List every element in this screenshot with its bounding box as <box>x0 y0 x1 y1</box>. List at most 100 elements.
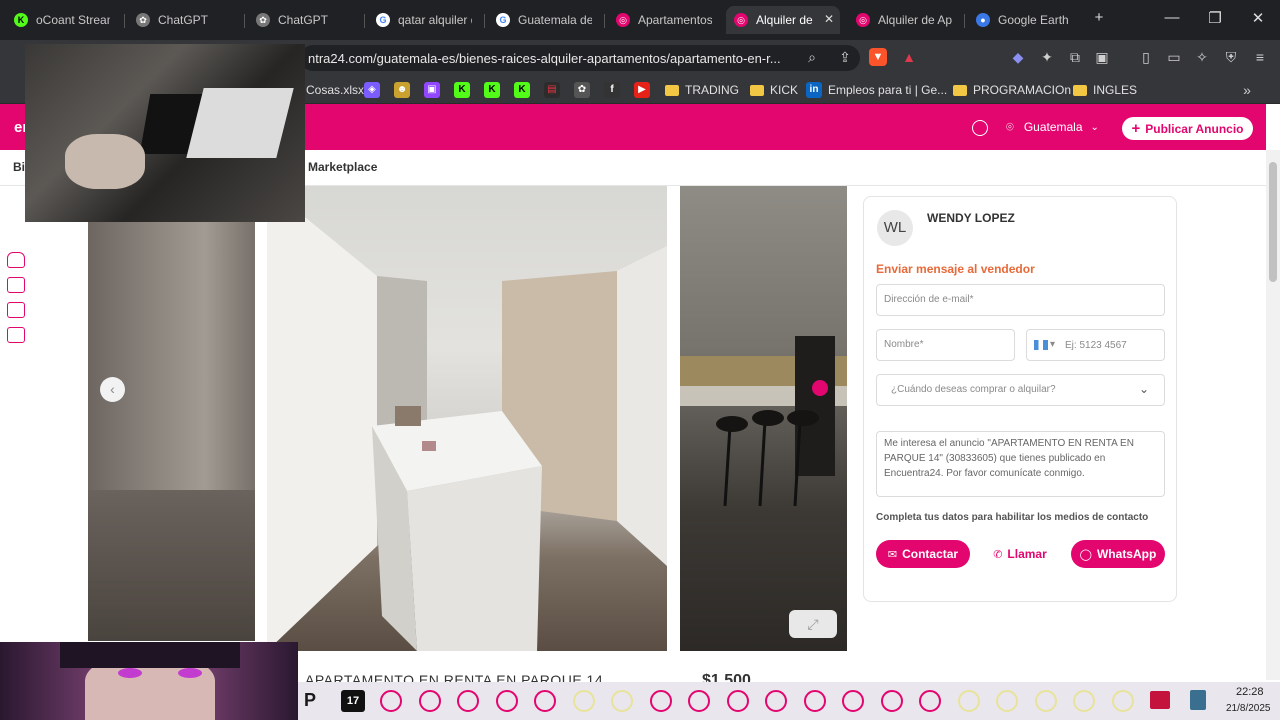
mail-app-icon[interactable] <box>1150 691 1170 709</box>
bookmark-folder[interactable]: KICK <box>750 82 798 98</box>
wallet-icon[interactable]: ▭ <box>1165 48 1183 66</box>
maximize-icon[interactable]: ❐ <box>1205 9 1225 27</box>
taskbar-app-icon[interactable] <box>419 690 441 712</box>
browser-tab-active[interactable]: ◎ Alquiler de ✕ <box>726 6 840 34</box>
browser-tab[interactable]: ✿ ChatGPT <box>128 6 240 34</box>
menu-icon[interactable]: ≡ <box>1251 48 1269 66</box>
purchase-timing-placeholder: ¿Cuándo deseas comprar o alquilar? <box>891 384 1056 395</box>
taskbar-app-icon[interactable] <box>804 690 826 712</box>
bookmark-folder[interactable]: TRADING <box>665 82 739 98</box>
taskbar-app-icon[interactable] <box>919 690 941 712</box>
extension-icon[interactable]: ✦ <box>1038 48 1056 66</box>
contact-button[interactable]: ✉ Contactar <box>876 540 970 568</box>
bookmark-icon[interactable]: ◈ <box>364 82 380 98</box>
brave-shield-icon[interactable]: ▼ <box>869 48 887 66</box>
kick-icon[interactable]: K <box>454 82 470 98</box>
bookmark-folder[interactable]: PROGRAMACIOn <box>953 82 1071 98</box>
country-code-chevron-icon[interactable]: ▾ <box>1050 339 1055 350</box>
gallery-image-main[interactable] <box>267 186 667 651</box>
more-bookmarks-icon[interactable]: » <box>1238 81 1256 99</box>
sidebar-icon[interactable]: ▯ <box>1137 48 1155 66</box>
taskbar-app-icon[interactable] <box>1073 690 1095 712</box>
mouse-cursor-highlight <box>812 380 828 396</box>
store-icon[interactable] <box>7 327 25 343</box>
country-selector[interactable]: ⌾ Guatemala ⌄ <box>1006 119 1099 135</box>
scrollbar-thumb[interactable] <box>1269 162 1277 282</box>
taskbar-app-icon[interactable] <box>727 690 749 712</box>
taskbar-app-icon[interactable] <box>958 690 980 712</box>
twitch-icon[interactable]: ▣ <box>424 82 440 98</box>
taskbar-time[interactable]: 22:28 <box>1236 686 1264 698</box>
chatgpt-icon[interactable]: ✿ <box>574 82 590 98</box>
vpn-icon[interactable]: ⛨ <box>1222 48 1240 66</box>
youtube-icon[interactable]: ▶ <box>634 82 650 98</box>
bookmark-folder[interactable]: INGLES <box>1073 82 1137 98</box>
extensions-puzzle-icon[interactable]: ⧉ <box>1066 48 1084 66</box>
extension-icon[interactable]: ◆ <box>1009 48 1027 66</box>
publish-ad-button[interactable]: + Publicar Anuncio <box>1122 117 1253 140</box>
taskbar-app-icon[interactable] <box>380 690 402 712</box>
minimize-icon[interactable]: — <box>1162 9 1182 26</box>
phone-icon: ✆ <box>993 548 1003 561</box>
taskbar-date[interactable]: 21/8/2025 <box>1226 703 1271 714</box>
seller-avatar: WL <box>877 210 913 246</box>
url-text[interactable]: ntra24.com/guatemala-es/bienes-raices-al… <box>308 51 793 66</box>
gallery-image-next[interactable] <box>680 186 847 651</box>
browser-tab[interactable]: ● Google Earth <box>968 6 1080 34</box>
kick-icon[interactable]: K <box>514 82 530 98</box>
car-icon[interactable] <box>7 252 25 268</box>
browser-tab[interactable]: G Guatemala de <box>488 6 600 34</box>
kick-icon[interactable]: K <box>484 82 500 98</box>
bookmark-link[interactable]: in Empleos para ti | Ge... <box>806 82 947 98</box>
taskbar-app-icon[interactable] <box>765 690 787 712</box>
expand-gallery-button[interactable]: ⤢ <box>789 610 837 638</box>
taskbar-app-icon[interactable] <box>573 690 595 712</box>
close-window-icon[interactable]: ✕ <box>1248 9 1268 27</box>
taskbar-app-icon[interactable] <box>996 690 1018 712</box>
briefcase-icon[interactable] <box>7 302 25 318</box>
dining-photo <box>680 336 847 507</box>
share-icon[interactable]: ⇪ <box>836 48 854 66</box>
taskbar-app-icon[interactable] <box>688 690 710 712</box>
bookmark-label: KICK <box>770 83 799 97</box>
taskbar-app-icon[interactable] <box>496 690 518 712</box>
tab-label: ChatGPT <box>278 13 329 27</box>
close-tab-icon[interactable]: ✕ <box>824 12 834 26</box>
taskbar-app-icon[interactable] <box>1035 690 1057 712</box>
nav-item-marketplace[interactable]: Marketplace <box>308 160 377 174</box>
tab-label: oCoant Stream <box>36 13 110 27</box>
browser-tab[interactable]: ◎ Apartamentos <box>608 6 720 34</box>
browser-tab[interactable]: K oCoant Stream <box>6 6 118 34</box>
call-button[interactable]: ✆ Llamar <box>986 540 1054 568</box>
taskbar-app-icon[interactable] <box>457 690 479 712</box>
whatsapp-button[interactable]: ◯ WhatsApp <box>1071 540 1165 568</box>
taskbar-app-icon[interactable] <box>611 690 633 712</box>
browser-tab[interactable]: ✿ ChatGPT <box>248 6 360 34</box>
taskbar-app-icon[interactable] <box>842 690 864 712</box>
building-icon[interactable] <box>7 277 25 293</box>
bookmark-icon[interactable]: ▤ <box>544 82 560 98</box>
plus-icon: + <box>1131 120 1141 137</box>
taskbar-app-icon[interactable] <box>650 690 672 712</box>
nav-item-bienes-raices[interactable]: Bi <box>13 160 25 174</box>
gallery-prev-button[interactable]: ‹ <box>100 377 125 402</box>
calculator-icon[interactable] <box>1190 690 1206 710</box>
taskbar-app-icon[interactable] <box>881 690 903 712</box>
taskbar-app-icon[interactable] <box>534 690 556 712</box>
bookmark-icon[interactable]: f <box>604 82 620 98</box>
taskbar-app-icon[interactable] <box>1112 690 1134 712</box>
browser-tab[interactable]: ◎ Alquiler de Ap <box>848 6 960 34</box>
user-icon[interactable] <box>972 120 988 136</box>
new-tab-icon[interactable]: + <box>1089 9 1109 26</box>
tradingview-icon[interactable]: 17 <box>341 690 365 712</box>
zoom-icon[interactable]: ⌕ <box>803 48 821 66</box>
brave-rewards-icon[interactable]: ▲ <box>900 48 918 66</box>
browser-tab[interactable]: G qatar alquiler d <box>368 6 480 34</box>
bookmark-icon[interactable]: ☻ <box>394 82 410 98</box>
bookmark-file[interactable]: Cosas.xlsx <box>306 82 364 98</box>
leo-ai-icon[interactable]: ✧ <box>1193 48 1211 66</box>
screenshot-icon[interactable]: ▣ <box>1093 48 1111 66</box>
taskbar-app-icon[interactable]: P <box>304 690 316 711</box>
country-label: Guatemala <box>1023 120 1083 134</box>
guatemala-flag-icon[interactable] <box>1034 340 1048 350</box>
